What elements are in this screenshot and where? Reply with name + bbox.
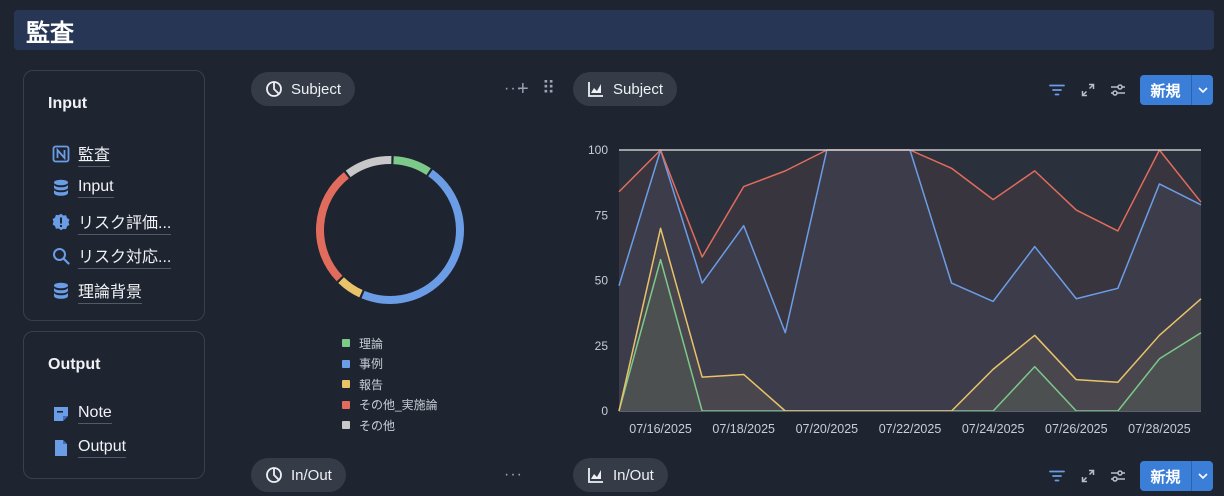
donut-slice[interactable] (361, 169, 464, 304)
new-button-bottom[interactable]: 新規 (1140, 461, 1213, 491)
y-tick-label: 100 (588, 143, 608, 157)
x-tick-label: 07/26/2025 (1045, 422, 1108, 436)
filter-icon[interactable] (1048, 467, 1066, 485)
x-tick-label: 07/16/2025 (629, 422, 692, 436)
file-icon (52, 439, 70, 457)
view-pill-inout-line[interactable]: In/Out (573, 458, 668, 492)
page-header: 監査 (14, 10, 1214, 50)
new-button-top[interactable]: 新規 (1140, 75, 1213, 105)
input-item-audit[interactable]: 監査 (52, 141, 111, 167)
input-item-risk-response[interactable]: リスク対応... (52, 243, 172, 269)
note-icon (52, 405, 70, 423)
output-item-label: Note (78, 404, 112, 424)
line-chart-icon (587, 466, 605, 484)
legend-swatch (342, 359, 350, 368)
pie-chart-icon (265, 80, 283, 98)
legend-swatch (342, 380, 350, 389)
view-pill-subject-pie[interactable]: Subject (251, 72, 356, 106)
x-tick-label: 07/18/2025 (712, 422, 775, 436)
output-item-output[interactable]: Output (52, 436, 127, 460)
legend-item: 事例 (342, 354, 438, 375)
add-icon[interactable]: + (517, 78, 530, 101)
view-pill-label: In/Out (613, 466, 654, 484)
more-options-icon[interactable]: ··· (504, 466, 523, 484)
x-tick-label: 07/28/2025 (1128, 422, 1191, 436)
line-chart-icon (587, 80, 605, 98)
database-icon (52, 179, 70, 197)
y-tick-label: 50 (595, 274, 609, 288)
donut-chart (316, 156, 464, 304)
donut-slice[interactable] (338, 277, 363, 298)
input-item-risk-assessment[interactable]: リスク評価... (52, 209, 172, 235)
expand-icon[interactable] (1079, 81, 1097, 99)
legend-swatch (342, 421, 350, 430)
donut-slice[interactable] (345, 156, 392, 178)
input-item-label: 監査 (78, 141, 111, 167)
settings-sliders-icon[interactable] (1109, 81, 1127, 99)
donut-slice[interactable] (393, 156, 431, 176)
y-tick-label: 25 (595, 339, 609, 353)
view-pill-label: Subject (613, 80, 664, 98)
output-card: Output Note Output (23, 331, 205, 479)
legend-item: その他_実施論 (342, 395, 438, 416)
page-title: 監査 (26, 19, 74, 47)
donut-legend: 理論 事例 報告 その他_実施論 その他 (342, 333, 438, 436)
legend-label: 事例 (359, 357, 384, 372)
chevron-down-icon[interactable] (1191, 461, 1213, 491)
notion-icon (52, 145, 70, 163)
input-card: Input 監査 Input リスク評価... リスク対応... 理論背景 (23, 70, 205, 321)
legend-label: その他 (359, 418, 396, 433)
database-icon (52, 282, 70, 300)
filter-icon[interactable] (1048, 81, 1066, 99)
x-tick-label: 07/20/2025 (796, 422, 859, 436)
output-card-title: Output (48, 356, 101, 373)
view-pill-label: Subject (291, 80, 342, 98)
input-item-input[interactable]: Input (52, 176, 114, 200)
input-item-label: リスク対応... (78, 243, 172, 269)
settings-sliders-icon[interactable] (1109, 467, 1127, 485)
view-pill-subject-line[interactable]: Subject (573, 72, 678, 106)
input-item-label: Input (78, 178, 114, 198)
x-tick-label: 07/22/2025 (879, 422, 942, 436)
drag-handle-icon[interactable]: ⠿ (542, 78, 556, 99)
legend-swatch (342, 339, 350, 348)
legend-item: 報告 (342, 374, 438, 395)
expand-icon[interactable] (1079, 467, 1097, 485)
x-tick-label: 07/24/2025 (962, 422, 1025, 436)
line-chart: 0 25 50 75 100 07/16/2025 07/18/2025 07/20/2025… (588, 143, 1202, 436)
input-item-label: 理論背景 (78, 278, 143, 304)
search-icon (52, 247, 70, 265)
view-pill-inout-pie[interactable]: In/Out (251, 458, 346, 492)
legend-label: 報告 (359, 377, 384, 392)
y-tick-label: 75 (595, 208, 609, 222)
legend-item: 理論 (342, 333, 438, 354)
legend-label: 理論 (359, 336, 384, 351)
output-item-note[interactable]: Note (52, 402, 112, 426)
input-item-label: リスク評価... (78, 209, 172, 235)
chevron-down-icon[interactable] (1191, 75, 1213, 105)
legend-item: その他 (342, 415, 438, 436)
y-tick-label: 0 (601, 404, 608, 418)
legend-label: その他_実施論 (359, 398, 438, 413)
legend-swatch (342, 400, 350, 409)
input-item-theory[interactable]: 理論背景 (52, 278, 143, 304)
view-pill-label: In/Out (291, 466, 332, 484)
new-button-label: 新規 (1150, 82, 1181, 100)
pie-chart-icon (265, 466, 283, 484)
new-button-label: 新規 (1150, 468, 1181, 486)
input-card-title: Input (48, 95, 88, 112)
donut-slice[interactable] (316, 172, 349, 282)
alert-icon (52, 213, 70, 231)
output-item-label: Output (78, 438, 127, 458)
